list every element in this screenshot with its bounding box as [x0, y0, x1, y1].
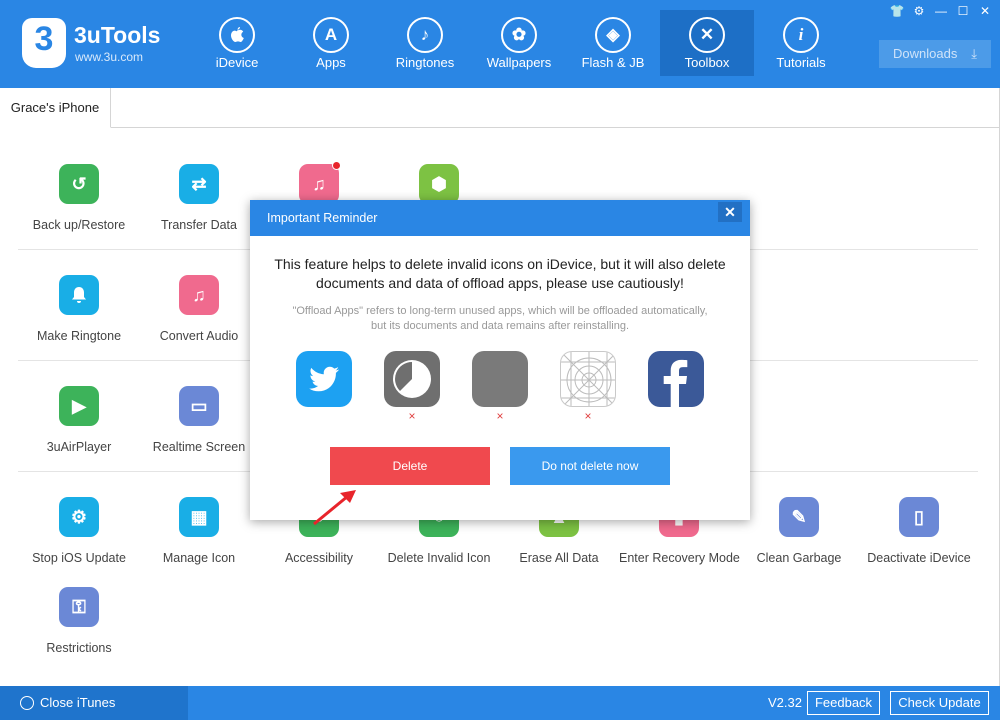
tools-icon: ✕ — [689, 17, 725, 53]
nav-ringtones[interactable]: ♪ Ringtones — [378, 10, 472, 76]
status-bar: Close iTunes V2.32 Feedback Check Update — [0, 686, 1000, 720]
nav-label: Apps — [316, 55, 346, 70]
feedback-button[interactable]: Feedback — [807, 691, 880, 715]
notification-badge — [332, 161, 341, 170]
facebook-icon — [648, 351, 704, 407]
close-itunes-button[interactable]: Close iTunes — [0, 686, 188, 720]
nav-wallpapers[interactable]: ✿ Wallpapers — [472, 10, 566, 76]
marked-x-icon: × — [584, 409, 592, 423]
airplayer-icon: ▶ — [59, 386, 99, 426]
tool-label: Accessibility — [284, 551, 354, 565]
tool-stop-ios-update[interactable]: ⚙ Stop iOS Update — [19, 497, 139, 597]
tool-clean-garbage[interactable]: ✎ Clean Garbage — [739, 497, 859, 597]
nav-apps[interactable]: A Apps — [284, 10, 378, 76]
box-icon: ⬢ — [419, 164, 459, 204]
dialog-message: This feature helps to delete invalid ico… — [274, 256, 726, 291]
tool-deactivate-idevice[interactable]: ▯ Deactivate iDevice — [859, 497, 979, 597]
marked-x-icon: × — [408, 409, 416, 423]
tool-label: Manage Icon — [162, 551, 236, 565]
download-arrow-icon: ⤓ — [971, 46, 977, 61]
tool-label: Erase All Data — [519, 551, 599, 565]
app-grid-placeholder-icon — [560, 351, 616, 407]
minimize-icon[interactable]: — — [932, 4, 950, 18]
tool-manage-icon[interactable]: ▦ Manage Icon — [139, 497, 259, 597]
dialog-note: "Offload Apps" refers to long-term unuse… — [292, 305, 708, 332]
deactivate-icon: ▯ — [899, 497, 939, 537]
flower-icon: ✿ — [501, 17, 537, 53]
header-bar: 3 3uTools www.3u.com iDevice A Apps ♪ Ri… — [0, 0, 1000, 88]
dropbox-icon: ◈ — [595, 17, 631, 53]
window-controls: 👕 ⚙ — ☐ ✕ — [888, 4, 994, 18]
shirt-icon[interactable]: 👕 — [888, 4, 906, 18]
nav-label: iDevice — [215, 55, 259, 70]
tool-label: Restrictions — [46, 641, 112, 655]
app-store-icon: A — [313, 17, 349, 53]
gear-icon[interactable]: ⚙ — [910, 4, 928, 18]
do-not-delete-button[interactable]: Do not delete now — [510, 447, 670, 485]
nav-label: Ringtones — [395, 55, 455, 70]
close-icon[interactable]: ✕ — [976, 4, 994, 18]
broom-icon: ✎ — [779, 497, 819, 537]
tool-restrictions[interactable]: ⚿ Restrictions — [19, 587, 139, 687]
version-label: V2.32 — [768, 695, 802, 710]
nav-flash-jb[interactable]: ◈ Flash & JB — [566, 10, 660, 76]
tool-label: Convert Audio — [159, 329, 239, 343]
backup-icon: ↺ — [59, 164, 99, 204]
tool-label: Transfer Data — [161, 218, 237, 232]
important-reminder-dialog: Important Reminder ✕ This feature helps … — [250, 200, 750, 520]
nav-tutorials[interactable]: i Tutorials — [754, 10, 848, 76]
grid-icon: ▦ — [179, 497, 219, 537]
tool-label: Delete Invalid Icon — [387, 551, 491, 565]
app-window: 3 3uTools www.3u.com iDevice A Apps ♪ Ri… — [0, 0, 1000, 720]
monitor-icon: ▭ — [179, 386, 219, 426]
nav-label: Flash & JB — [581, 55, 645, 70]
loading-app-icon — [384, 351, 440, 407]
tool-label: Enter Recovery Mode — [619, 551, 740, 565]
app-url: www.3u.com — [75, 50, 144, 64]
apple-icon — [219, 17, 255, 53]
nav-label: Tutorials — [776, 55, 826, 70]
twitter-icon — [296, 351, 352, 407]
gray-app-icon — [472, 351, 528, 407]
tool-label: Clean Garbage — [756, 551, 842, 565]
app-name: 3uTools — [74, 22, 161, 48]
info-icon: i — [783, 17, 819, 53]
marked-x-icon: × — [496, 409, 504, 423]
nav-label: Toolbox — [684, 55, 730, 70]
bell-plus-icon — [59, 275, 99, 315]
delete-button[interactable]: Delete — [330, 447, 490, 485]
dialog-title: Important Reminder — [250, 200, 750, 236]
itunes-settings-icon: ♫ — [299, 164, 339, 204]
red-arrow-annotation-icon — [313, 490, 356, 526]
nav-idevice[interactable]: iDevice — [190, 10, 284, 76]
tool-label: Make Ringtone — [36, 329, 122, 343]
maximize-icon[interactable]: ☐ — [954, 4, 972, 18]
music-note-icon: ♫ — [179, 275, 219, 315]
tool-label: 3uAirPlayer — [46, 440, 112, 454]
dialog-close-icon[interactable]: ✕ — [718, 202, 742, 222]
circle-icon — [20, 696, 34, 710]
nav-label: Wallpapers — [486, 55, 552, 70]
tool-label: Deactivate iDevice — [867, 551, 971, 565]
close-itunes-label: Close iTunes — [40, 695, 116, 710]
device-tab-bar: Grace's iPhone — [0, 88, 1000, 128]
check-update-button[interactable]: Check Update — [890, 691, 989, 715]
tool-label: Realtime Screen — [152, 440, 246, 454]
tool-label: Back up/Restore — [32, 218, 126, 232]
transfer-icon: ⇄ — [179, 164, 219, 204]
bell-icon: ♪ — [407, 17, 443, 53]
nav-toolbox[interactable]: ✕ Toolbox — [660, 10, 754, 76]
tool-label: Stop iOS Update — [32, 551, 126, 565]
logo-mark-icon: 3 — [22, 18, 66, 68]
downloads-button[interactable]: Downloads ⤓ — [879, 40, 991, 68]
downloads-label: Downloads — [893, 46, 958, 61]
logo: 3 3uTools www.3u.com — [22, 16, 172, 72]
stop-update-icon: ⚙ — [59, 497, 99, 537]
key-icon: ⚿ — [59, 587, 99, 627]
device-tab[interactable]: Grace's iPhone — [0, 88, 111, 128]
